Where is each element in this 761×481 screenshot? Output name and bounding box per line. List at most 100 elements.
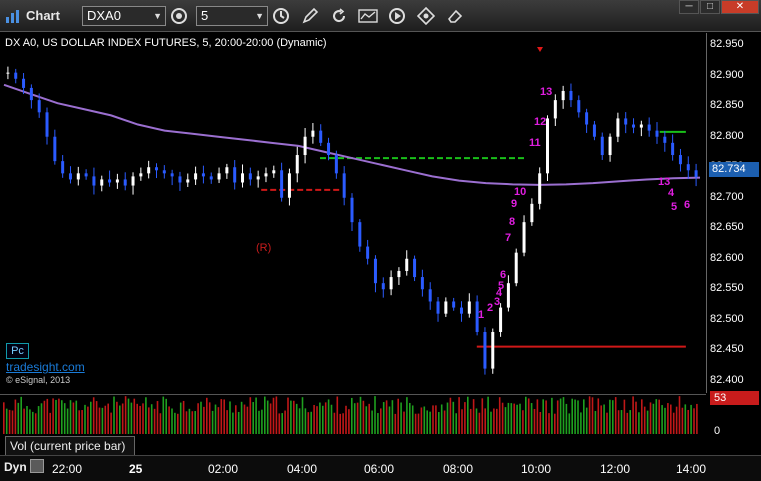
chevron-down-icon[interactable]: ▼ xyxy=(255,7,264,25)
volume-bar xyxy=(594,410,597,434)
time-tick-label: 14:00 xyxy=(676,462,707,476)
volume-bar xyxy=(174,412,176,434)
close-button[interactable]: ✕ xyxy=(721,0,759,14)
volume-bar xyxy=(417,413,420,434)
volume-bar xyxy=(345,405,347,434)
volume-bar xyxy=(606,412,608,434)
chart-toolbar: Chart DXA0 ▼ 5 ▼ ─ □ ✕ xyxy=(0,0,761,32)
candle-body xyxy=(366,246,370,259)
candle-body xyxy=(217,173,221,180)
pc-badge[interactable]: Pc xyxy=(6,343,29,359)
candle-body xyxy=(248,173,252,180)
candle-body xyxy=(280,170,284,198)
candle-body xyxy=(92,176,96,186)
eraser-icon xyxy=(447,9,463,23)
volume-bar xyxy=(385,400,388,434)
candle-body xyxy=(14,72,18,79)
chart-window-icon xyxy=(6,10,19,23)
volume-bar xyxy=(539,412,542,434)
volume-bar xyxy=(498,397,501,434)
volume-panel-label[interactable]: Vol (current price bar) xyxy=(5,436,135,455)
volume-bar xyxy=(472,399,475,434)
dynamic-toggle-icon[interactable] xyxy=(30,459,44,473)
current-price-badge: 82.734 xyxy=(709,162,759,177)
price-chart[interactable]: 12 3456789101112131345 6(R) xyxy=(0,33,706,393)
volume-bar xyxy=(551,397,553,434)
volume-bar xyxy=(124,396,127,434)
volume-bar xyxy=(52,398,54,434)
volume-chart[interactable] xyxy=(0,394,706,436)
candle-body xyxy=(201,173,205,177)
candle-body xyxy=(600,136,604,156)
candle-body xyxy=(233,167,237,183)
td-count-label: 12 xyxy=(534,116,546,128)
volume-bar xyxy=(342,413,344,434)
volume-bar xyxy=(136,403,138,434)
volume-bar xyxy=(411,405,414,434)
candle-body xyxy=(162,170,166,174)
chevron-down-icon[interactable]: ▼ xyxy=(153,7,162,25)
volume-bar xyxy=(249,397,252,434)
link-button[interactable] xyxy=(169,6,189,26)
refresh-button[interactable] xyxy=(329,6,349,26)
volume-bar xyxy=(81,410,83,434)
interval-field[interactable]: 5 ▼ xyxy=(196,6,268,26)
volume-bar xyxy=(353,403,356,434)
volume-bar xyxy=(223,399,225,434)
candle-body xyxy=(241,173,245,183)
candle-body xyxy=(522,222,526,253)
history-icon xyxy=(273,8,289,24)
play-button[interactable] xyxy=(387,6,407,26)
volume-bar xyxy=(519,403,521,434)
draw-button[interactable] xyxy=(300,6,320,26)
volume-bar xyxy=(145,397,147,434)
volume-bar xyxy=(101,407,104,434)
volume-bar xyxy=(507,402,510,434)
volume-bar xyxy=(478,412,481,434)
volume-bar xyxy=(17,402,20,434)
candle-body xyxy=(639,124,643,128)
volume-bar xyxy=(211,410,214,434)
volume-bar xyxy=(588,396,591,434)
td-count-label: 8 xyxy=(509,216,515,228)
candle-body xyxy=(569,90,573,101)
candle-body xyxy=(61,161,65,174)
volume-bar xyxy=(548,413,550,434)
volume-bar xyxy=(382,402,385,434)
volume-bar xyxy=(243,404,246,434)
watermark-link[interactable]: tradesight.com xyxy=(6,360,85,374)
volume-bar xyxy=(69,400,72,434)
candle-body xyxy=(405,258,409,271)
volume-bar xyxy=(371,410,373,434)
volume-bar xyxy=(487,396,489,434)
volume-bar xyxy=(609,399,611,434)
volume-bar xyxy=(670,404,672,434)
candle-body xyxy=(585,112,589,125)
volume-bar xyxy=(235,405,237,434)
volume-bar xyxy=(365,406,368,434)
candle-body xyxy=(491,331,495,369)
volume-bar xyxy=(649,402,652,434)
volume-bar xyxy=(530,403,533,434)
volume-bar xyxy=(194,411,196,434)
minimize-button[interactable]: ─ xyxy=(679,0,699,14)
volume-bar xyxy=(510,403,513,434)
volume-bar xyxy=(467,396,469,434)
candle-body xyxy=(272,170,276,174)
candle-body xyxy=(22,78,26,88)
candle-body xyxy=(68,173,72,180)
dyn-label[interactable]: Dyn xyxy=(4,460,27,474)
volume-bar xyxy=(678,396,681,434)
tools-button[interactable] xyxy=(416,6,436,26)
volume-bar xyxy=(142,403,144,434)
study-button[interactable] xyxy=(358,6,378,26)
history-button[interactable] xyxy=(271,6,291,26)
volume-bar xyxy=(148,407,150,434)
candle-body xyxy=(6,72,10,74)
volume-bar xyxy=(113,396,115,434)
eraser-button[interactable] xyxy=(445,6,465,26)
volume-bar xyxy=(188,408,191,434)
maximize-button[interactable]: □ xyxy=(700,0,720,14)
volume-bar xyxy=(652,403,655,434)
symbol-field[interactable]: DXA0 ▼ xyxy=(82,6,166,26)
